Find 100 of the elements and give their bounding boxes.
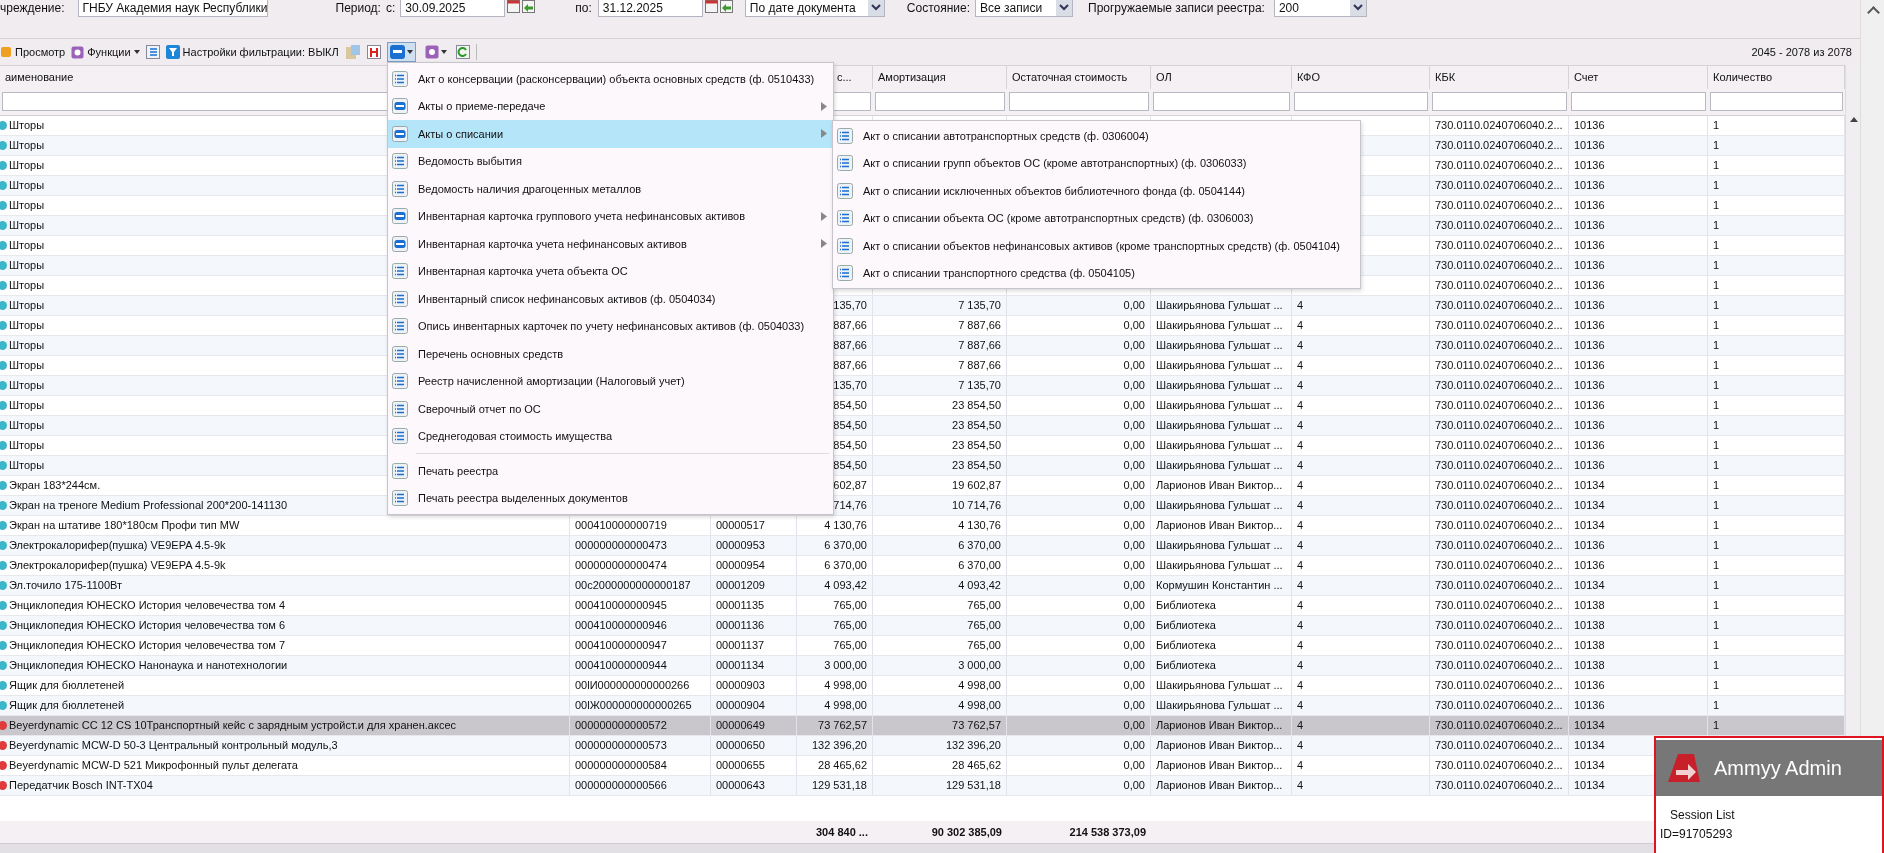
- table-cell: 4 093,42: [958, 579, 1001, 591]
- table-cell: 730.0110.0240706040.2...: [1435, 379, 1563, 391]
- table-cell: 854,50: [833, 399, 867, 411]
- table-cell: 0,00: [1123, 659, 1145, 671]
- table-cell: 4: [1297, 719, 1304, 731]
- table-cell: 10136: [1574, 459, 1605, 471]
- table-cell: 4: [1297, 679, 1304, 691]
- table-cell: 730.0110.0240706040.2...: [1435, 439, 1563, 451]
- table-cell: 887,66: [833, 339, 867, 351]
- table-cell: 1: [1713, 119, 1720, 131]
- table-cell: 730.0110.0240706040.2...: [1435, 499, 1563, 511]
- table-cell: 1: [1713, 199, 1720, 211]
- table-cell: 10 714,76: [952, 499, 1001, 511]
- table-cell: 1: [1713, 679, 1720, 691]
- name-cell-text: Шторы: [9, 118, 45, 133]
- table-cell: Ларионов Иван Виктор...: [1156, 719, 1283, 731]
- table-cell: 0,00: [1123, 299, 1145, 311]
- table-cell: 4 998,00: [824, 679, 867, 691]
- table-cell: 00001137: [716, 639, 765, 651]
- table-cell: 132 396,20: [945, 739, 1001, 751]
- table-cell: 10136: [1574, 439, 1605, 451]
- table-cell: 1: [1713, 219, 1720, 231]
- table-cell: 0,00: [1123, 419, 1145, 431]
- table-cell: Шакирьянова Гульшат ...: [1156, 499, 1283, 511]
- name-cell-text: Энциклопедия ЮНЕСКО История человечества том 4: [9, 598, 286, 613]
- table-cell: 129 531,18: [811, 779, 867, 791]
- table-cell: 10136: [1574, 199, 1605, 211]
- table-cell: 0,00: [1123, 359, 1145, 371]
- name-cell-text: Beyerdynamic CC 12 CS 10Транспортный кейс с зарядным устройст.и для хранен.аксес: [9, 718, 457, 733]
- table-cell: 10136: [1574, 339, 1605, 351]
- table-cell: 730.0110.0240706040.2...: [1435, 599, 1563, 611]
- table-cell: 00000655: [716, 759, 765, 771]
- table-cell: 1: [1713, 559, 1720, 571]
- table-cell: 0,00: [1123, 759, 1145, 771]
- table-cell: 10136: [1574, 159, 1605, 171]
- table-cell: Шакирьянова Гульшат ...: [1156, 459, 1283, 471]
- name-cell-text: Шторы: [9, 258, 45, 273]
- table-cell: 19 602,87: [952, 479, 1001, 491]
- name-cell-text: Передатчик Bosch INT-TX04: [9, 778, 153, 793]
- table-cell: 4: [1297, 699, 1304, 711]
- table-cell: 765,00: [967, 639, 1001, 651]
- table-cell: 4: [1297, 359, 1304, 371]
- table-cell: 00lИ000000000000266: [575, 679, 690, 691]
- table-cell: 730.0110.0240706040.2...: [1435, 719, 1563, 731]
- table-cell: 00001136: [716, 619, 765, 631]
- table-cell: 0,00: [1123, 499, 1145, 511]
- table-cell: 730.0110.0240706040.2...: [1435, 779, 1563, 791]
- table-cell: 730.0110.0240706040.2...: [1435, 419, 1563, 431]
- name-cell-text: Шторы: [9, 198, 45, 213]
- table-cell: 10138: [1574, 659, 1605, 671]
- field-label: Прогружаемые записи реестра:: [1088, 0, 1265, 17]
- name-cell-text: Электрокалорифер(пушка) VE9EPA 4.5-9k: [9, 558, 226, 573]
- name-cell-text: Электрокалорифер(пушка) VE9EPA 4.5-9k: [9, 538, 226, 553]
- table-cell: 730.0110.0240706040.2...: [1435, 619, 1563, 631]
- table-cell: 000000000000572: [575, 719, 667, 731]
- name-cell-text: Шторы: [9, 278, 45, 293]
- table-cell: 10136: [1574, 319, 1605, 331]
- table-cell: 000410000000944: [575, 659, 667, 671]
- table-cell: 730.0110.0240706040.2...: [1435, 699, 1563, 711]
- table-cell: Шакирьянова Гульшат ...: [1156, 319, 1283, 331]
- table-cell: 132 396,20: [811, 739, 867, 751]
- table-cell: 4: [1297, 579, 1304, 591]
- field-label: Период:: [335, 0, 381, 17]
- table-cell: Ларионов Иван Виктор...: [1156, 479, 1283, 491]
- table-cell: 10136: [1574, 139, 1605, 151]
- name-cell-text: Шторы: [9, 218, 45, 233]
- table-cell: Ларионов Иван Виктор...: [1156, 779, 1283, 791]
- table-cell: 1: [1713, 639, 1720, 651]
- table-cell: 4: [1297, 419, 1304, 431]
- table-cell: 4 998,00: [958, 699, 1001, 711]
- table-cell: 10138: [1574, 599, 1605, 611]
- table-cell: 1: [1713, 459, 1720, 471]
- table-cell: 0,00: [1123, 599, 1145, 611]
- table-cell: 73 762,57: [952, 719, 1001, 731]
- table-cell: 4: [1297, 639, 1304, 651]
- pager-text: 2045 - 2078 из 2078: [1751, 46, 1852, 58]
- table-cell: 730.0110.0240706040.2...: [1435, 539, 1563, 551]
- total-value: 214 538 373,09: [1069, 826, 1146, 838]
- table-cell: 00000904: [716, 699, 765, 711]
- table-cell: 10136: [1574, 119, 1605, 131]
- table-cell: 765,00: [967, 619, 1001, 631]
- table-cell: 1: [1713, 339, 1720, 351]
- table-cell: 730.0110.0240706040.2...: [1435, 159, 1563, 171]
- table-cell: 10136: [1574, 419, 1605, 431]
- table-cell: 6 370,00: [824, 539, 867, 551]
- table-cell: 0,00: [1123, 379, 1145, 391]
- table-cell: 0,00: [1123, 779, 1145, 791]
- table-cell: Библиотека: [1156, 639, 1216, 651]
- table-cell: 887,66: [833, 359, 867, 371]
- table-cell: 7 887,66: [958, 359, 1001, 371]
- table-cell: 730.0110.0240706040.2...: [1435, 259, 1563, 271]
- table-cell: 7 135,70: [958, 299, 1001, 311]
- table-cell: 1: [1713, 299, 1720, 311]
- table-cell: 4: [1297, 779, 1304, 791]
- table-cell: 0,00: [1123, 719, 1145, 731]
- table-cell: 1: [1713, 259, 1720, 271]
- table-cell: 000000000000473: [575, 539, 667, 551]
- table-cell: 730.0110.0240706040.2...: [1435, 459, 1563, 471]
- table-cell: 00000954: [716, 559, 765, 571]
- table-cell: 730.0110.0240706040.2...: [1435, 479, 1563, 491]
